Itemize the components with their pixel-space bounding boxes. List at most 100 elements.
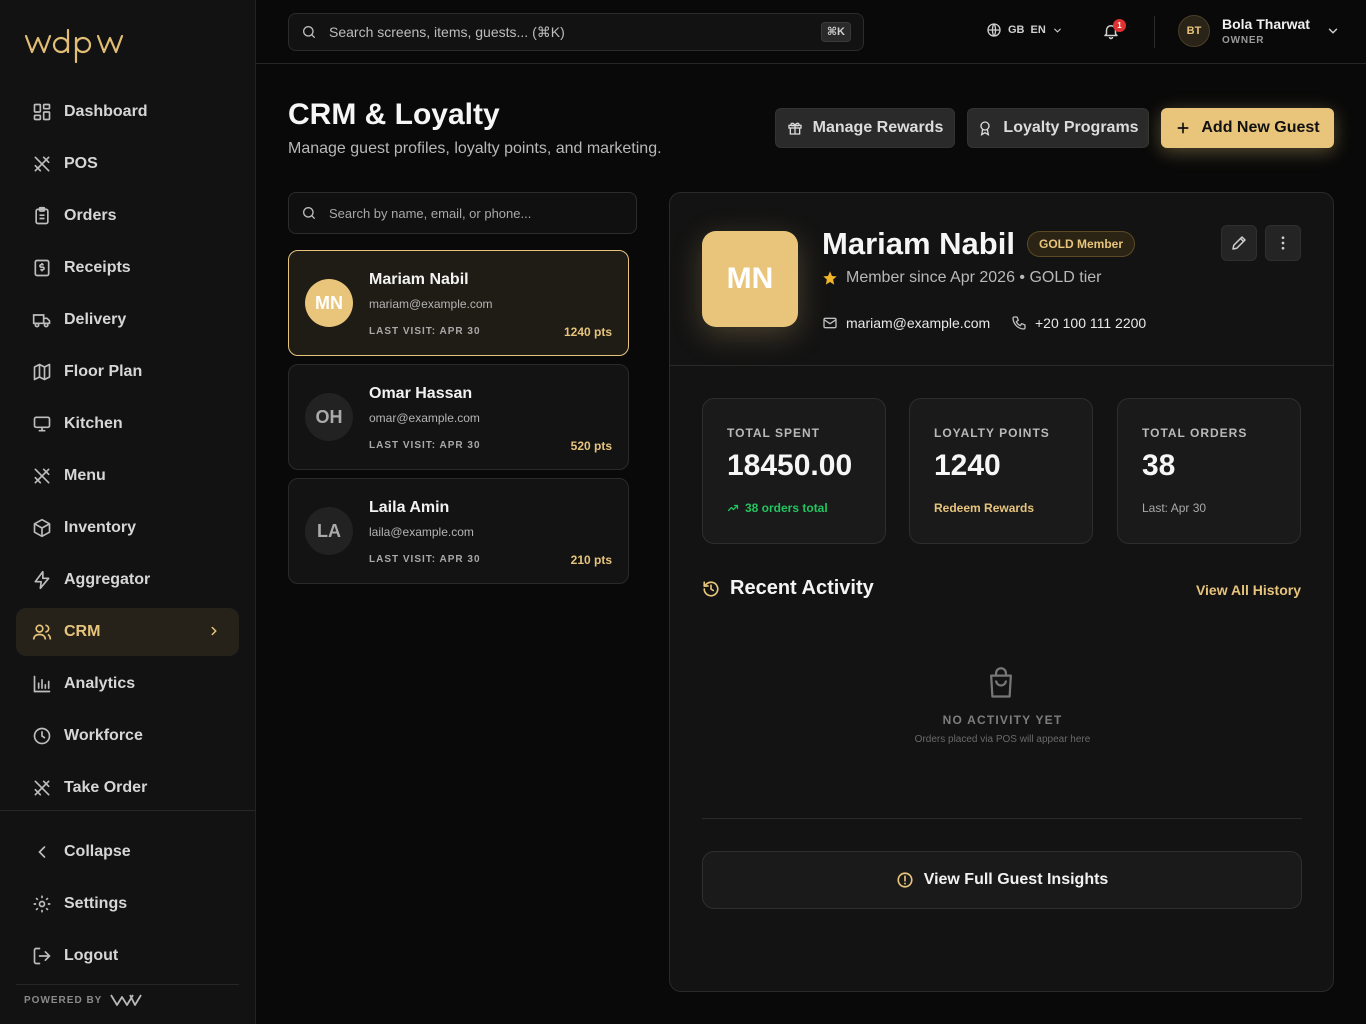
trending-up-icon	[727, 504, 739, 512]
users-icon	[32, 624, 52, 640]
guest-search-input[interactable]	[329, 205, 619, 221]
sidebar-item-analytics[interactable]: Analytics	[16, 660, 239, 708]
chevron-down-icon	[1328, 28, 1338, 34]
guest-last-visit: LAST VISIT: APR 30	[369, 326, 481, 337]
sidebar-item-pos[interactable]: POS	[16, 140, 239, 188]
clock-icon	[33, 727, 51, 745]
sidebar-item-kitchen[interactable]: Kitchen	[16, 400, 239, 448]
more-vertical-icon	[1281, 236, 1285, 250]
sidebar-item-workforce[interactable]: Workforce	[16, 712, 239, 760]
utensils-icon	[34, 156, 50, 172]
guest-email-text: mariam@example.com	[846, 315, 991, 331]
view-all-history-link[interactable]: View All History	[1196, 582, 1301, 598]
logout-button[interactable]: Logout	[16, 932, 239, 980]
add-guest-button[interactable]: Add New Guest	[1161, 108, 1334, 148]
member-since: Member since Apr 2026 • GOLD tier	[822, 269, 1101, 287]
stat-label: LOYALTY POINTS	[934, 426, 1050, 440]
settings-label: Settings	[64, 895, 128, 912]
sidebar-item-crm[interactable]: CRM	[16, 608, 239, 656]
member-since-text: Member since Apr 2026 • GOLD tier	[846, 269, 1102, 286]
guest-email-contact[interactable]: mariam@example.com	[822, 315, 990, 331]
sidebar-divider	[0, 810, 256, 811]
powered-by: POWERED BY	[24, 993, 143, 1007]
empty-state-title: NO ACTIVITY YET	[942, 713, 1063, 727]
sidebar-item-dashboard[interactable]: Dashboard	[16, 88, 239, 136]
edit-guest-button[interactable]	[1221, 225, 1257, 261]
stat-total-orders: TOTAL ORDERS 38 Last: Apr 30	[1117, 398, 1301, 544]
guest-name: Laila Amin	[369, 499, 450, 516]
guest-search[interactable]	[288, 192, 637, 234]
mail-icon	[823, 317, 837, 329]
sidebar-item-orders[interactable]: Orders	[16, 192, 239, 240]
more-options-button[interactable]	[1265, 225, 1301, 261]
user-menu[interactable]: BT Bola Tharwat OWNER	[1178, 15, 1340, 47]
brand-logo[interactable]	[24, 26, 136, 66]
stat-total-spent: TOTAL SPENT 18450.00 38 orders total	[702, 398, 886, 544]
shortcut-badge: ⌘K	[820, 22, 851, 42]
sidebar-item-menu[interactable]: Menu	[16, 452, 239, 500]
sidebar-item-label: Floor Plan	[64, 363, 143, 380]
wdpw-logo-icon	[24, 28, 124, 64]
stat-footer: 38 orders total	[727, 501, 828, 515]
clipboard-icon	[35, 206, 49, 225]
guest-phone-text: +20 100 111 2200	[1035, 315, 1147, 331]
guest-detail-name: Mariam Nabil	[822, 226, 1015, 261]
map-icon	[33, 363, 51, 381]
loyalty-programs-label: Loyalty Programs	[1003, 119, 1139, 136]
star-icon	[823, 271, 837, 285]
stat-value: 1240	[934, 449, 1001, 482]
activity-divider	[702, 818, 1302, 819]
shopping-bag-icon	[990, 667, 1012, 698]
language-selector[interactable]: GB EN	[986, 22, 1063, 38]
sidebar-item-label: Take Order	[64, 779, 148, 796]
global-search[interactable]: ⌘K	[288, 13, 864, 51]
sidebar-item-take-order[interactable]: Take Order	[16, 764, 239, 812]
history-icon	[703, 580, 719, 597]
view-insights-button[interactable]: View Full Guest Insights	[702, 851, 1302, 909]
sidebar-item-floor-plan[interactable]: Floor Plan	[16, 348, 239, 396]
recent-activity-title: Recent Activity	[730, 577, 874, 599]
sidebar-item-label: Inventory	[64, 519, 137, 536]
guest-last-visit: LAST VISIT: APR 30	[369, 440, 481, 451]
stat-label: TOTAL ORDERS	[1142, 426, 1248, 440]
settings-button[interactable]: Settings	[16, 880, 239, 928]
bolt-icon	[34, 570, 50, 590]
add-guest-label: Add New Guest	[1201, 119, 1320, 136]
manage-rewards-label: Manage Rewards	[812, 119, 944, 136]
sidebar-item-label: Analytics	[64, 675, 136, 692]
chevron-right-icon	[211, 626, 217, 636]
user-role: OWNER	[1222, 35, 1265, 46]
guest-name: Mariam Nabil	[369, 271, 469, 288]
search-icon	[303, 207, 315, 219]
page-title: CRM & Loyalty	[288, 98, 500, 131]
avatar: BT	[1178, 15, 1210, 47]
sidebar-item-aggregator[interactable]: Aggregator	[16, 556, 239, 604]
global-search-input[interactable]	[329, 24, 799, 40]
sidebar-item-receipts[interactable]: Receipts	[16, 244, 239, 292]
guest-avatar-large: MN	[702, 231, 798, 327]
truck-icon	[32, 314, 51, 328]
avatar: MN	[305, 279, 353, 327]
stat-footer-text: 38 orders total	[745, 501, 828, 515]
guest-detail-panel: MN Mariam Nabil GOLD Member Member since…	[669, 192, 1334, 992]
search-icon	[303, 26, 315, 38]
guest-card-laila-amin[interactable]: LA Laila Amin laila@example.com LAST VIS…	[288, 478, 629, 584]
collapse-button[interactable]: Collapse	[16, 828, 239, 876]
powered-divider	[16, 984, 239, 985]
guest-points: 210 pts	[570, 553, 612, 567]
guest-name: Omar Hassan	[369, 385, 473, 402]
powered-by-logo-icon	[110, 994, 143, 1006]
loyalty-programs-button[interactable]: Loyalty Programs	[967, 108, 1149, 148]
guest-card-mariam-nabil[interactable]: MN Mariam Nabil mariam@example.com LAST …	[288, 250, 629, 356]
redeem-rewards-link[interactable]: Redeem Rewards	[934, 501, 1034, 515]
sidebar-item-inventory[interactable]: Inventory	[16, 504, 239, 552]
plus-icon	[1177, 122, 1189, 134]
guest-card-omar-hassan[interactable]: OH Omar Hassan omar@example.com LAST VIS…	[288, 364, 629, 470]
stat-footer: Last: Apr 30	[1142, 501, 1207, 515]
guest-email: laila@example.com	[369, 525, 474, 539]
sidebar: Dashboard POS Orders Receipts Delivery F…	[0, 0, 256, 1024]
guest-phone-contact[interactable]: +20 100 111 2200	[1011, 315, 1146, 331]
globe-icon	[987, 23, 1001, 37]
manage-rewards-button[interactable]: Manage Rewards	[775, 108, 955, 148]
sidebar-item-delivery[interactable]: Delivery	[16, 296, 239, 344]
